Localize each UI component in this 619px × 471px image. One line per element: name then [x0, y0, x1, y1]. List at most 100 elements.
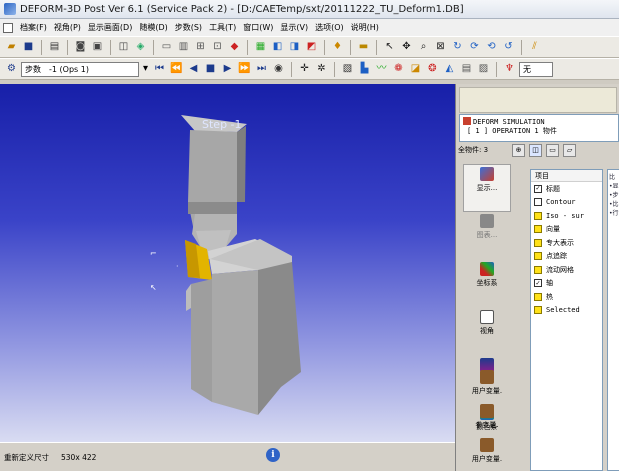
node-icon[interactable]: ⊞ — [193, 40, 208, 55]
flow-icon[interactable]: ❂ — [425, 62, 440, 77]
fit-icon[interactable]: ✲ — [314, 62, 329, 77]
rotate-y-icon[interactable]: ⟳ — [467, 40, 482, 55]
axis-label-x: ↖ — [150, 283, 157, 292]
point-track-icon[interactable]: ❁ — [391, 62, 406, 77]
tree-operation[interactable]: [ 1 ] OPERATION 1 物件 — [463, 126, 615, 136]
zoom-box-icon[interactable]: ⊠ — [433, 40, 448, 55]
list-item[interactable]: Contour — [531, 196, 602, 210]
zoom-icon[interactable]: ⌕ — [416, 40, 431, 55]
color-swatch[interactable] — [534, 211, 542, 220]
list-item[interactable]: ✓ 标题 — [531, 182, 602, 196]
mirror-icon[interactable]: ⫽ — [527, 40, 542, 55]
list-item[interactable]: 专大表示 — [531, 236, 602, 250]
view-select[interactable]: 无 — [519, 61, 553, 77]
list-item[interactable]: 热 — [531, 290, 602, 304]
record-icon[interactable]: ◉ — [271, 62, 286, 77]
list-item[interactable]: Iso - sur — [531, 209, 602, 223]
erase-icon[interactable]: ◆ — [227, 40, 242, 55]
menu-file[interactable]: 档案(F) — [20, 22, 47, 33]
copy-window-icon[interactable]: ▥ — [176, 40, 191, 55]
object-card-icon[interactable]: ▭ — [546, 143, 560, 157]
menu-view[interactable]: 视角(P) — [54, 22, 81, 33]
rewind-icon[interactable]: ⏪ — [169, 62, 184, 77]
first-step-icon[interactable]: ⏮ — [152, 62, 167, 77]
rotate-x-icon[interactable]: ↻ — [450, 40, 465, 55]
export-icon[interactable]: ▨ — [476, 62, 491, 77]
tree-root[interactable]: DEFORM SIMULATION — [463, 117, 615, 126]
color-swatch[interactable] — [534, 292, 542, 301]
play-icon[interactable]: ▶ — [220, 62, 235, 77]
delete-object-icon[interactable]: ◩ — [304, 40, 319, 55]
fast-forward-icon[interactable]: ⏩ — [237, 62, 252, 77]
grid-icon[interactable]: ⊡ — [210, 40, 225, 55]
list-item[interactable]: 点追踪 — [531, 250, 602, 264]
list-item[interactable]: ✓ 轴 — [531, 277, 602, 291]
settings-icon[interactable]: ◈ — [133, 40, 148, 55]
stop-icon[interactable]: ■ — [203, 62, 218, 77]
object-stack-icon[interactable]: ▱ — [563, 143, 577, 157]
save-icon[interactable]: ■ — [21, 40, 36, 55]
curve-icon[interactable]: 〰 — [374, 62, 389, 77]
sidebar-item-param-var[interactable]: 参变量. — [463, 402, 511, 436]
step-select[interactable]: 步数 -1 (Ops 1) — [21, 61, 139, 77]
color-swatch[interactable] — [534, 238, 542, 247]
list-item[interactable]: 流动网格 — [531, 263, 602, 277]
ruler-icon[interactable]: ▬ — [356, 40, 371, 55]
rotate-free-icon[interactable]: ↺ — [501, 40, 516, 55]
zoom-object-icon[interactable]: ⊕ — [512, 143, 526, 157]
chevron-down-icon[interactable]: ▾ — [141, 62, 150, 77]
menu-window[interactable]: 窗口(W) — [243, 22, 273, 33]
crosshair-icon[interactable]: ✛ — [297, 62, 312, 77]
rotate-z-icon[interactable]: ⟲ — [484, 40, 499, 55]
list-item[interactable]: 向量 — [531, 223, 602, 237]
graphics-viewport[interactable]: Step -1 ⌐ ↖ · — [0, 84, 455, 442]
pan-icon[interactable]: ✥ — [399, 40, 414, 55]
color-swatch[interactable] — [534, 252, 542, 261]
color-swatch[interactable] — [534, 265, 542, 274]
object-icon[interactable]: ◧ — [270, 40, 285, 55]
prev-step-icon[interactable]: ◀ — [186, 62, 201, 77]
window-icon[interactable]: ◫ — [116, 40, 131, 55]
menu-model[interactable]: 随模(D) — [139, 22, 167, 33]
frame-icon[interactable]: ▭ — [159, 40, 174, 55]
color-swatch[interactable] — [534, 306, 542, 315]
pointer-icon[interactable]: ↖ — [382, 40, 397, 55]
window-menu-icon[interactable] — [3, 22, 13, 33]
solid-icon[interactable]: ◨ — [287, 40, 302, 55]
measure-icon[interactable]: ◭ — [442, 62, 457, 77]
checkbox[interactable] — [534, 198, 542, 207]
copy-icon[interactable]: ▣ — [90, 40, 105, 55]
list-item[interactable]: Selected — [531, 304, 602, 318]
mesh-icon[interactable]: ▦ — [253, 40, 268, 55]
graph-icon[interactable]: ▙ — [357, 62, 372, 77]
camera-icon[interactable]: ◙ — [73, 40, 88, 55]
print-icon[interactable]: ▤ — [47, 40, 62, 55]
view-icon — [480, 310, 494, 324]
probe-icon[interactable]: ♆ — [502, 62, 517, 77]
paint-icon[interactable]: ♦ — [330, 40, 345, 55]
slice-icon[interactable]: ◪ — [408, 62, 423, 77]
property-line: •行 — [609, 210, 619, 217]
menu-show[interactable]: 显示(V) — [280, 22, 308, 33]
color-swatch[interactable] — [534, 225, 542, 234]
info-icon[interactable]: i — [266, 448, 280, 462]
table-icon[interactable]: ▤ — [459, 62, 474, 77]
sidebar-item-chart[interactable]: 图表... — [463, 212, 511, 260]
menu-tools[interactable]: 工具(T) — [209, 22, 236, 33]
object-list-icon[interactable]: ◫ — [529, 143, 543, 157]
menu-help[interactable]: 说明(H) — [351, 22, 379, 33]
open-icon[interactable]: ▰ — [4, 40, 19, 55]
menu-display[interactable]: 显示画面(D) — [88, 22, 132, 33]
menu-step[interactable]: 步数(S) — [175, 22, 202, 33]
last-step-icon[interactable]: ⏭ — [254, 62, 269, 77]
state-icon[interactable]: ▧ — [340, 62, 355, 77]
sidebar-item-view[interactable]: 视角 — [463, 308, 511, 356]
sidebar-item-display[interactable]: 显示... — [463, 164, 511, 212]
sidebar-item-axes[interactable]: 坐标系 — [463, 260, 511, 308]
menu-options[interactable]: 选项(O) — [315, 22, 344, 33]
simulation-tree[interactable]: DEFORM SIMULATION [ 1 ] OPERATION 1 物件 — [459, 114, 619, 142]
sidebar-item-user-var-2[interactable]: 用户变量. — [463, 436, 511, 470]
checkbox-checked[interactable]: ✓ — [534, 279, 542, 288]
checkbox-checked[interactable]: ✓ — [534, 184, 542, 193]
sidebar-item-user-var[interactable]: 用户变量. — [463, 368, 511, 402]
